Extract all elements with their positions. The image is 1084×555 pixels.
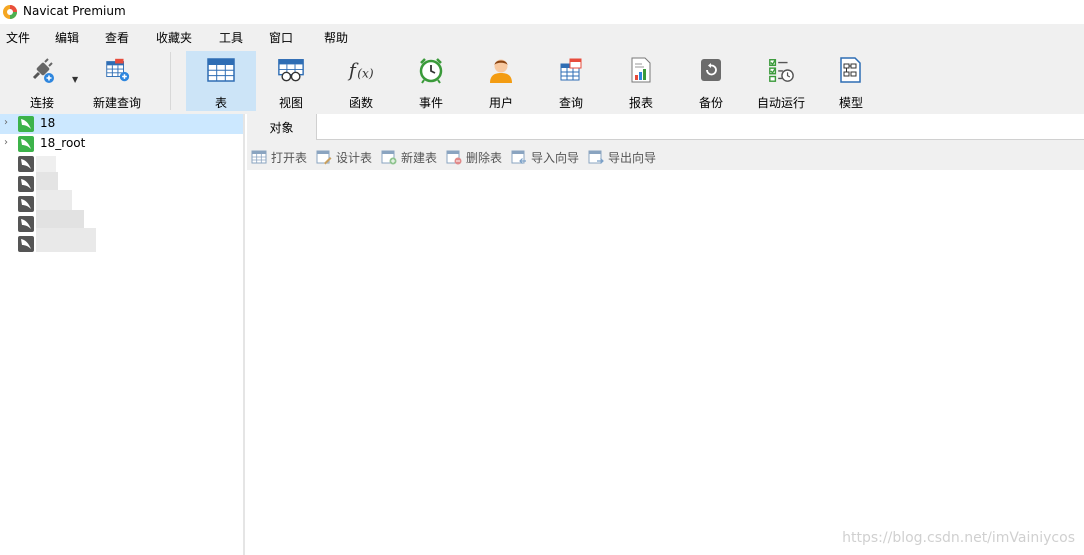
model-button[interactable]: 模型 xyxy=(816,51,886,111)
view-label: 视图 xyxy=(278,96,303,110)
mysql-connection-icon xyxy=(18,136,34,152)
connection-item-18-root[interactable]: › 18_root xyxy=(0,134,243,154)
user-label: 用户 xyxy=(488,96,513,110)
design-table-label: 设计表 xyxy=(336,150,373,165)
open-table-icon xyxy=(251,150,267,164)
model-icon xyxy=(837,55,865,85)
mysql-connection-disconnected-icon xyxy=(18,216,34,232)
menu-edit[interactable]: 编辑 xyxy=(55,29,79,46)
view-icon xyxy=(277,55,305,85)
menu-bar: 文件 编辑 查看 收藏夹 工具 窗口 帮助 xyxy=(0,24,1084,48)
tab-objects[interactable]: 对象 xyxy=(247,114,317,140)
connect-dropdown-icon[interactable]: ▼ xyxy=(72,75,78,84)
object-list-area[interactable] xyxy=(247,170,1084,555)
new-query-icon xyxy=(103,55,131,85)
mysql-connection-disconnected-icon xyxy=(18,176,34,192)
backup-button[interactable]: 备份 xyxy=(676,51,746,111)
menu-view[interactable]: 查看 xyxy=(105,29,129,46)
automation-button[interactable]: 自动运行 xyxy=(746,51,816,111)
connection-item-18[interactable]: › 18 xyxy=(0,114,243,134)
expand-chevron-icon[interactable]: › xyxy=(4,117,8,128)
navicat-logo-icon xyxy=(3,5,17,19)
import-wizard-button[interactable]: 导入向导 xyxy=(511,149,579,165)
menu-tools[interactable]: 工具 xyxy=(219,29,243,46)
open-table-label: 打开表 xyxy=(271,150,308,165)
user-icon xyxy=(487,55,515,85)
plug-icon xyxy=(28,55,56,85)
connection-label: 18 xyxy=(40,116,56,130)
open-table-button[interactable]: 打开表 xyxy=(251,149,307,165)
mysql-connection-disconnected-icon xyxy=(18,196,34,212)
redacted-label xyxy=(36,156,56,172)
new-query-label: 新建查询 xyxy=(92,96,141,110)
export-wizard-icon xyxy=(588,150,604,164)
mysql-connection-icon xyxy=(18,116,34,132)
redacted-label xyxy=(36,172,58,190)
function-button[interactable]: f (x) 函数 xyxy=(326,51,396,111)
export-wizard-label: 导出向导 xyxy=(608,150,657,165)
query-icon xyxy=(557,55,585,85)
event-label: 事件 xyxy=(418,96,443,110)
connection-label: 18_root xyxy=(40,136,86,150)
model-label: 模型 xyxy=(838,96,863,110)
watermark: https://blog.csdn.net/imVainiycos xyxy=(842,530,1075,546)
event-button[interactable]: 事件 xyxy=(396,51,466,111)
backup-icon xyxy=(697,55,725,85)
expand-chevron-icon[interactable]: › xyxy=(4,137,8,148)
new-table-label: 新建表 xyxy=(401,150,438,165)
export-wizard-button[interactable]: 导出向导 xyxy=(588,149,656,165)
report-label: 报表 xyxy=(628,96,653,110)
function-label: 函数 xyxy=(348,96,373,110)
design-table-button[interactable]: 设计表 xyxy=(316,149,372,165)
query-label: 查询 xyxy=(558,96,583,110)
report-button[interactable]: 报表 xyxy=(606,51,676,111)
redacted-label xyxy=(36,190,72,210)
delete-table-button[interactable]: 删除表 xyxy=(446,149,502,165)
menu-favorites[interactable]: 收藏夹 xyxy=(156,29,192,46)
report-icon xyxy=(627,55,655,85)
connect-label: 连接 xyxy=(29,96,54,110)
connection-tree-panel: › 18 › 18_root xyxy=(0,114,245,555)
table-icon xyxy=(207,55,235,85)
main-toolbar: 连接 ▼ 新建查询 表 视图 f (x) 函数 事件 用户 查询 报表 备份 自… xyxy=(0,48,1084,114)
design-table-icon xyxy=(316,150,332,165)
automation-label: 自动运行 xyxy=(756,96,805,110)
title-bar: Navicat Premium xyxy=(0,0,1084,24)
menu-file[interactable]: 文件 xyxy=(6,29,30,46)
table-label: 表 xyxy=(214,96,227,110)
redacted-label xyxy=(36,210,84,228)
tab-strip: 对象 xyxy=(247,114,1084,140)
object-toolbar: 打开表 设计表 新建表 删除表 导入向导 导出向导 xyxy=(247,140,1084,170)
mysql-connection-disconnected-icon xyxy=(18,236,34,252)
delete-table-icon xyxy=(446,150,462,165)
menu-help[interactable]: 帮助 xyxy=(324,29,348,46)
new-table-button[interactable]: 新建表 xyxy=(381,149,437,165)
svg-text:(x): (x) xyxy=(357,66,374,80)
import-wizard-icon xyxy=(511,150,526,164)
window-title: Navicat Premium xyxy=(23,4,126,18)
function-icon: f (x) xyxy=(347,55,375,85)
menu-window[interactable]: 窗口 xyxy=(269,29,293,46)
user-button[interactable]: 用户 xyxy=(466,51,536,111)
delete-table-label: 删除表 xyxy=(466,150,503,165)
redacted-label xyxy=(36,228,96,252)
query-button[interactable]: 查询 xyxy=(536,51,606,111)
import-wizard-label: 导入向导 xyxy=(531,150,580,165)
toolbar-separator xyxy=(170,52,171,110)
backup-label: 备份 xyxy=(698,96,723,110)
connect-button[interactable]: 连接 xyxy=(16,51,68,111)
alarm-clock-icon xyxy=(417,55,445,85)
mysql-connection-disconnected-icon xyxy=(18,156,34,172)
table-button[interactable]: 表 xyxy=(186,51,256,111)
automation-icon xyxy=(767,55,795,85)
view-button[interactable]: 视图 xyxy=(256,51,326,111)
new-table-icon xyxy=(381,150,397,165)
new-query-button[interactable]: 新建查询 xyxy=(88,51,146,111)
